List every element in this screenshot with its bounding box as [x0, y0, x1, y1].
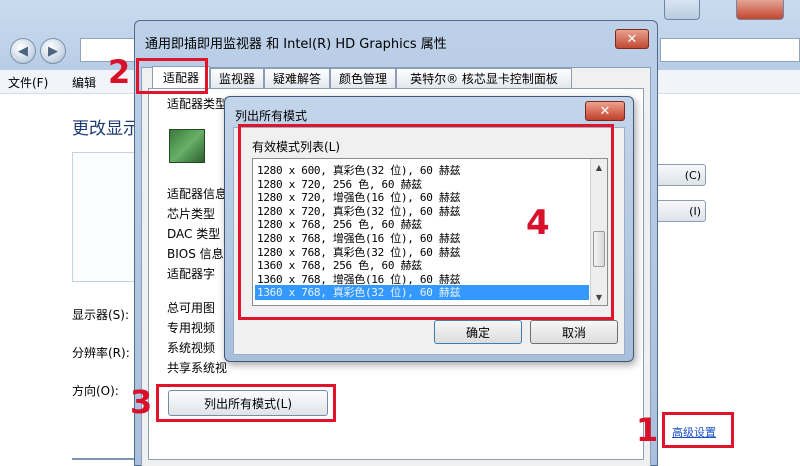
step-1-highlight — [662, 412, 734, 448]
minimize-button[interactable] — [664, 0, 700, 20]
ok-button[interactable]: 确定 — [434, 320, 522, 344]
graphics-card-icon — [169, 129, 205, 163]
close-icon: ✕ — [599, 103, 611, 119]
dedicated-memory-label: 专用视频 — [167, 321, 216, 335]
system-memory-label: 系统视频 — [167, 341, 216, 355]
step-3-highlight — [156, 384, 336, 422]
step-2-number: 2 — [108, 53, 131, 91]
cancel-button[interactable]: 取消 — [530, 320, 618, 344]
orientation-label: 方向(O): — [72, 384, 119, 398]
monitor-preview[interactable] — [72, 152, 142, 282]
identify-button[interactable]: (I) — [656, 200, 706, 222]
adapter-string-label: 适配器字 — [167, 267, 216, 281]
menu-file[interactable]: 文件(F) — [8, 74, 48, 91]
display-label: 显示器(S): — [72, 308, 130, 322]
menu-edit[interactable]: 编辑 — [72, 74, 96, 91]
back-button[interactable]: ◀ — [10, 38, 36, 64]
tab-monitor[interactable]: 监视器 — [210, 68, 264, 88]
adapter-info-heading: 适配器信息 — [167, 187, 228, 201]
step-4-highlight — [238, 124, 614, 320]
resolution-label: 分辨率(R): — [72, 346, 130, 360]
bottom-link[interactable] — [72, 458, 136, 460]
tab-color-management[interactable]: 颜色管理 — [330, 68, 396, 88]
step-3-number: 3 — [130, 383, 153, 421]
properties-close-button[interactable]: ✕ — [615, 29, 649, 49]
detect-button[interactable]: (C) — [656, 164, 706, 186]
forward-button[interactable]: ▶ — [40, 38, 66, 64]
step-2-highlight — [136, 58, 208, 94]
close-window-button[interactable] — [736, 0, 784, 20]
back-arrow-icon: ◀ — [18, 43, 28, 59]
modes-close-button[interactable]: ✕ — [585, 101, 625, 121]
chip-type-label: 芯片类型 — [167, 207, 216, 221]
bios-info-label: BIOS 信息 — [167, 247, 224, 261]
search-box[interactable] — [660, 38, 800, 62]
tab-troubleshoot[interactable]: 疑难解答 — [264, 68, 330, 88]
adapter-type-label: 适配器类型 — [167, 97, 228, 111]
tab-intel-control-panel[interactable]: 英特尔® 核芯显卡控制面板 — [396, 68, 572, 88]
properties-title: 通用即插即用监视器 和 Intel(R) HD Graphics 属性 — [145, 37, 447, 52]
total-memory-label: 总可用图 — [167, 301, 216, 315]
page-title: 更改显示 — [72, 119, 140, 139]
step-4-number: 4 — [526, 203, 550, 243]
shared-memory-label: 共享系统视 — [167, 361, 228, 375]
forward-arrow-icon: ▶ — [48, 43, 58, 59]
step-1-number: 1 — [636, 411, 659, 449]
modes-dialog-title: 列出所有模式 — [235, 109, 308, 123]
dac-type-label: DAC 类型 — [167, 227, 221, 241]
close-icon: ✕ — [626, 31, 638, 47]
